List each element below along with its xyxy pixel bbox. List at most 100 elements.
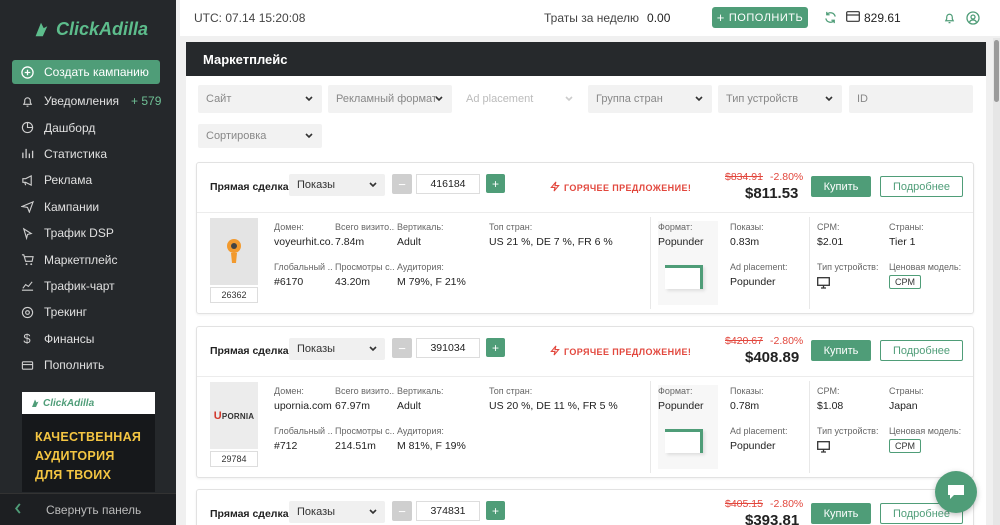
sidebar-item-dashboard[interactable]: Дашборд <box>0 114 176 140</box>
promo-banner[interactable]: ClickAdilla КАЧЕСТВЕННАЯ АУДИТОРИЯ ДЛЯ Т… <box>22 392 155 492</box>
offer-card-body: 26362 Домен: voyeurhit.co... Всего визито… <box>197 213 973 313</box>
price: $811.53 <box>745 185 799 202</box>
global-rank-value: #712 <box>274 440 298 452</box>
device-type-label: Тип устройств: <box>817 262 879 272</box>
sort-select[interactable]: Сортировка <box>198 124 322 148</box>
site-brand-logo: UPORNIA <box>213 409 255 422</box>
deal-type-select[interactable]: Показы <box>289 174 385 196</box>
deal-type-select[interactable]: Показы <box>289 338 385 360</box>
offer-card-header: Прямая сделка: Показы − 391034 + ГОРЯЧЕЕ… <box>197 327 973 377</box>
global-rank-label: Глобальный ... <box>274 426 332 436</box>
buy-button[interactable]: Купить <box>811 340 871 361</box>
sidebar-item-traffic-chart[interactable]: Трафик-чарт <box>0 273 176 299</box>
site-filter[interactable]: Сайт <box>198 85 322 113</box>
country-group-filter-label: Группа стран <box>596 93 663 105</box>
collapse-sidebar-button[interactable]: Свернуть панель <box>0 493 176 525</box>
sidebar-item-finance[interactable]: $ Финансы <box>0 326 176 352</box>
increase-button[interactable]: + <box>486 338 505 357</box>
discount: -2.80% <box>770 335 804 347</box>
pricing-model-badge: CPM <box>889 275 921 289</box>
buy-button[interactable]: Купить <box>811 176 871 197</box>
banner-text: КАЧЕСТВЕННАЯ АУДИТОРИЯ ДЛЯ ТВОИХ <box>22 414 155 485</box>
sidebar-item-notifications[interactable]: Уведомления + 579 <box>0 88 176 114</box>
top-bar: UTC: 07.14 15:20:08 Траты за неделю 0.00 … <box>180 0 1000 36</box>
logo[interactable]: ClickAdilla <box>0 0 176 58</box>
audience-label: Аудитория: <box>397 426 444 436</box>
id-input[interactable]: ID <box>849 85 973 113</box>
top-countries-field: Топ стран: US 20 %, DE 11 %, FR 5 % <box>489 386 639 412</box>
quantity-input[interactable]: 391034 <box>416 338 480 358</box>
scrollbar-track[interactable] <box>993 38 1000 525</box>
cart-icon <box>20 253 34 267</box>
domain-value: upornia.com <box>274 400 332 412</box>
ad-placement-field: Ad placement: Popunder <box>730 262 805 288</box>
pricing-model-label: Ценовая модель: <box>889 426 962 436</box>
quantity-input[interactable]: 416184 <box>416 174 480 194</box>
sidebar-item-traffic-dsp[interactable]: Трафик DSP <box>0 220 176 246</box>
decrease-button[interactable]: − <box>392 501 412 521</box>
ad-placement-filter[interactable]: Ad placement <box>458 85 582 113</box>
format-label: Формат: <box>658 386 693 396</box>
pricing-model-field: Ценовая модель: CPM <box>889 262 969 289</box>
scrollbar-thumb[interactable] <box>994 40 999 102</box>
details-button[interactable]: Подробнее <box>880 176 963 197</box>
ad-format-filter[interactable]: Рекламный формат <box>328 85 452 113</box>
ad-placement-field: Ad placement: Popunder <box>730 426 805 452</box>
refresh-icon[interactable] <box>824 11 837 27</box>
sidebar-item-marketplace[interactable]: Маркетплейс <box>0 246 176 272</box>
cpm-field: CPM: $2.01 <box>817 222 882 248</box>
impressions-value: 0.83m <box>730 236 760 248</box>
wallet-icon <box>20 358 34 372</box>
increase-button[interactable]: + <box>486 501 505 520</box>
domain-label: Домен: <box>274 386 304 396</box>
page-views-label: Просмотры с... <box>335 426 395 436</box>
impressions-field: Показы: 0.83m <box>730 222 800 248</box>
main-content: Маркетплейс Сайт Рекламный формат Ad pla… <box>186 42 986 525</box>
vertical-value: Adult <box>397 400 421 412</box>
ad-format-filter-label: Рекламный формат <box>336 93 437 105</box>
chevron-down-icon <box>369 346 377 352</box>
decrease-button[interactable]: − <box>392 338 412 358</box>
weekly-spend-label: Траты за неделю <box>544 11 640 25</box>
device-type-filter[interactable]: Тип устройств <box>718 85 842 113</box>
id-input-placeholder: ID <box>857 93 868 105</box>
old-price: $405.15 <box>725 498 763 510</box>
sidebar-item-statistics[interactable]: Статистика <box>0 141 176 167</box>
create-campaign-button[interactable]: Создать кампанию <box>12 60 160 84</box>
chevron-down-icon <box>369 182 377 188</box>
details-button[interactable]: Подробнее <box>880 340 963 361</box>
banner-brand: ClickAdilla <box>22 392 155 414</box>
ad-placement-filter-label: Ad placement <box>466 93 534 105</box>
target-icon <box>20 305 34 319</box>
discount: -2.80% <box>770 171 804 183</box>
balance[interactable]: 829.61 <box>846 11 901 25</box>
sidebar-item-ads[interactable]: Реклама <box>0 167 176 193</box>
buy-button[interactable]: Купить <box>811 503 871 524</box>
sidebar-item-tracking[interactable]: Трекинг <box>0 299 176 325</box>
country-group-filter[interactable]: Группа стран <box>588 85 712 113</box>
megaphone-icon <box>20 173 34 187</box>
notifications-bell-icon[interactable] <box>943 11 956 28</box>
vertical-field: Вертикаль: Adult <box>397 386 477 412</box>
user-settings-icon[interactable] <box>966 11 980 28</box>
sidebar-item-topup[interactable]: Пополнить <box>0 352 176 378</box>
decrease-button[interactable]: − <box>392 174 412 194</box>
increase-button[interactable]: + <box>486 174 505 193</box>
quantity-input[interactable]: 374831 <box>416 501 480 521</box>
deal-type-select[interactable]: Показы <box>289 501 385 523</box>
sidebar-item-campaigns[interactable]: Кампании <box>0 194 176 220</box>
topup-label: ПОПОЛНИТЬ <box>728 11 804 24</box>
old-price: $420.67 <box>725 335 763 347</box>
sidebar-item-label: Реклама <box>44 173 93 188</box>
topup-button[interactable]: + ПОПОЛНИТЬ <box>712 7 808 28</box>
chevron-down-icon <box>695 96 703 102</box>
countries-field: Страны: Japan <box>889 386 969 412</box>
format-value: Popunder <box>658 236 704 248</box>
sidebar-item-label: Дашборд <box>44 120 96 135</box>
sidebar-item-label: Трафик DSP <box>44 226 114 241</box>
logo-text: ClickAdilla <box>56 18 149 39</box>
total-visits-value: 7.84m <box>335 236 365 248</box>
chat-button[interactable] <box>935 471 977 513</box>
wallet-icon <box>846 11 860 25</box>
pointer-icon <box>20 226 34 240</box>
